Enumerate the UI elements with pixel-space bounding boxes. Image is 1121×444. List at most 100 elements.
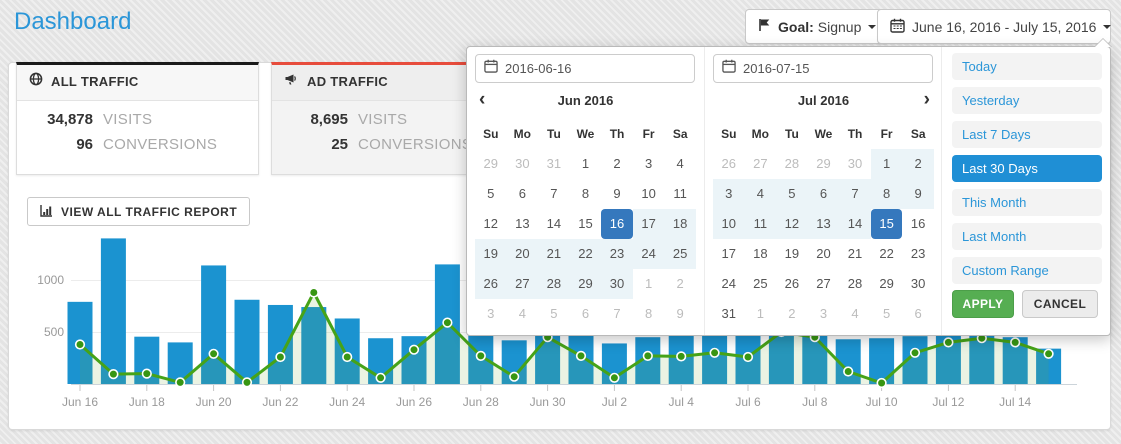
day-cell[interactable]: 3 <box>808 299 840 329</box>
day-cell[interactable]: 28 <box>776 149 808 179</box>
day-cell[interactable]: 29 <box>871 269 903 299</box>
day-cell[interactable]: 18 <box>745 239 777 269</box>
day-cell[interactable]: 22 <box>871 239 903 269</box>
day-cell[interactable]: 30 <box>902 269 934 299</box>
day-cell[interactable]: 7 <box>601 299 633 329</box>
day-cell[interactable]: 30 <box>601 269 633 299</box>
day-cell[interactable]: 20 <box>507 239 539 269</box>
day-cell[interactable]: 29 <box>808 149 840 179</box>
range-preset-last-7-days[interactable]: Last 7 Days <box>952 121 1102 148</box>
day-cell[interactable]: 31 <box>538 149 570 179</box>
day-cell[interactable]: 14 <box>839 209 871 239</box>
cancel-button[interactable]: CANCEL <box>1022 290 1098 318</box>
day-cell[interactable]: 3 <box>475 299 507 329</box>
day-cell[interactable]: 18 <box>664 209 696 239</box>
day-cell[interactable]: 1 <box>871 149 903 179</box>
day-cell[interactable]: 29 <box>570 269 602 299</box>
day-cell[interactable]: 28 <box>839 269 871 299</box>
start-date-field[interactable] <box>475 54 695 83</box>
day-cell[interactable]: 4 <box>745 179 777 209</box>
day-cell[interactable]: 19 <box>475 239 507 269</box>
day-cell[interactable]: 9 <box>664 299 696 329</box>
day-cell[interactable]: 5 <box>776 179 808 209</box>
card-all-traffic[interactable]: ALL TRAFFIC 34,878VISITS 96CONVERSIONS <box>16 62 259 175</box>
day-cell[interactable]: 1 <box>745 299 777 329</box>
goal-selector-button[interactable]: Goal: Signup <box>745 9 889 44</box>
day-cell-selected[interactable]: 15 <box>871 209 903 239</box>
day-cell[interactable]: 26 <box>475 269 507 299</box>
day-cell[interactable]: 24 <box>633 239 665 269</box>
range-preset-last-month[interactable]: Last Month <box>952 223 1102 250</box>
day-cell[interactable]: 1 <box>570 149 602 179</box>
day-cell[interactable]: 2 <box>776 299 808 329</box>
day-cell[interactable]: 26 <box>776 269 808 299</box>
day-cell[interactable]: 3 <box>633 149 665 179</box>
day-cell[interactable]: 14 <box>538 209 570 239</box>
day-cell[interactable]: 16 <box>902 209 934 239</box>
day-cell[interactable]: 7 <box>839 179 871 209</box>
day-cell[interactable]: 25 <box>664 239 696 269</box>
day-cell[interactable]: 13 <box>507 209 539 239</box>
day-cell[interactable]: 2 <box>664 269 696 299</box>
day-cell[interactable]: 21 <box>839 239 871 269</box>
day-cell[interactable]: 6 <box>507 179 539 209</box>
range-preset-last-30-days[interactable]: Last 30 Days <box>952 155 1102 182</box>
day-cell[interactable]: 15 <box>570 209 602 239</box>
range-preset-yesterday[interactable]: Yesterday <box>952 87 1102 114</box>
day-cell[interactable]: 30 <box>839 149 871 179</box>
day-cell-selected[interactable]: 16 <box>601 209 633 239</box>
day-cell[interactable]: 26 <box>713 149 745 179</box>
range-preset-custom-range[interactable]: Custom Range <box>952 257 1102 284</box>
day-cell[interactable]: 12 <box>475 209 507 239</box>
day-cell[interactable]: 13 <box>808 209 840 239</box>
end-date-input[interactable] <box>743 61 903 76</box>
day-cell[interactable]: 17 <box>713 239 745 269</box>
day-cell[interactable]: 4 <box>507 299 539 329</box>
day-cell[interactable]: 1 <box>633 269 665 299</box>
day-cell[interactable]: 23 <box>902 239 934 269</box>
day-cell[interactable]: 3 <box>713 179 745 209</box>
day-cell[interactable]: 7 <box>538 179 570 209</box>
day-cell[interactable]: 9 <box>601 179 633 209</box>
apply-button[interactable]: APPLY <box>952 290 1014 318</box>
chevron-right-icon[interactable]: › <box>924 90 930 110</box>
day-cell[interactable]: 19 <box>776 239 808 269</box>
day-cell[interactable]: 29 <box>475 149 507 179</box>
day-cell[interactable]: 28 <box>538 269 570 299</box>
day-cell[interactable]: 2 <box>601 149 633 179</box>
day-cell[interactable]: 5 <box>871 299 903 329</box>
day-cell[interactable]: 27 <box>507 269 539 299</box>
range-preset-this-month[interactable]: This Month <box>952 189 1102 216</box>
day-cell[interactable]: 25 <box>745 269 777 299</box>
day-cell[interactable]: 4 <box>664 149 696 179</box>
day-cell[interactable]: 11 <box>664 179 696 209</box>
day-cell[interactable]: 8 <box>570 179 602 209</box>
day-cell[interactable]: 10 <box>713 209 745 239</box>
day-cell[interactable]: 21 <box>538 239 570 269</box>
day-cell[interactable]: 4 <box>839 299 871 329</box>
end-date-field[interactable] <box>713 54 933 83</box>
day-cell[interactable]: 8 <box>633 299 665 329</box>
day-cell[interactable]: 5 <box>538 299 570 329</box>
day-cell[interactable]: 27 <box>808 269 840 299</box>
day-cell[interactable]: 9 <box>902 179 934 209</box>
date-range-button[interactable]: June 16, 2016 - July 15, 2016 <box>877 9 1111 44</box>
day-cell[interactable]: 6 <box>808 179 840 209</box>
start-date-input[interactable] <box>505 61 665 76</box>
day-cell[interactable]: 22 <box>570 239 602 269</box>
day-cell[interactable]: 17 <box>633 209 665 239</box>
day-cell[interactable]: 27 <box>745 149 777 179</box>
day-cell[interactable]: 10 <box>633 179 665 209</box>
day-cell[interactable]: 2 <box>902 149 934 179</box>
chevron-left-icon[interactable]: ‹ <box>479 90 485 110</box>
range-preset-today[interactable]: Today <box>952 53 1102 80</box>
day-cell[interactable]: 23 <box>601 239 633 269</box>
day-cell[interactable]: 24 <box>713 269 745 299</box>
day-cell[interactable]: 20 <box>808 239 840 269</box>
day-cell[interactable]: 30 <box>507 149 539 179</box>
day-cell[interactable]: 11 <box>745 209 777 239</box>
day-cell[interactable]: 8 <box>871 179 903 209</box>
day-cell[interactable]: 5 <box>475 179 507 209</box>
day-cell[interactable]: 31 <box>713 299 745 329</box>
day-cell[interactable]: 12 <box>776 209 808 239</box>
